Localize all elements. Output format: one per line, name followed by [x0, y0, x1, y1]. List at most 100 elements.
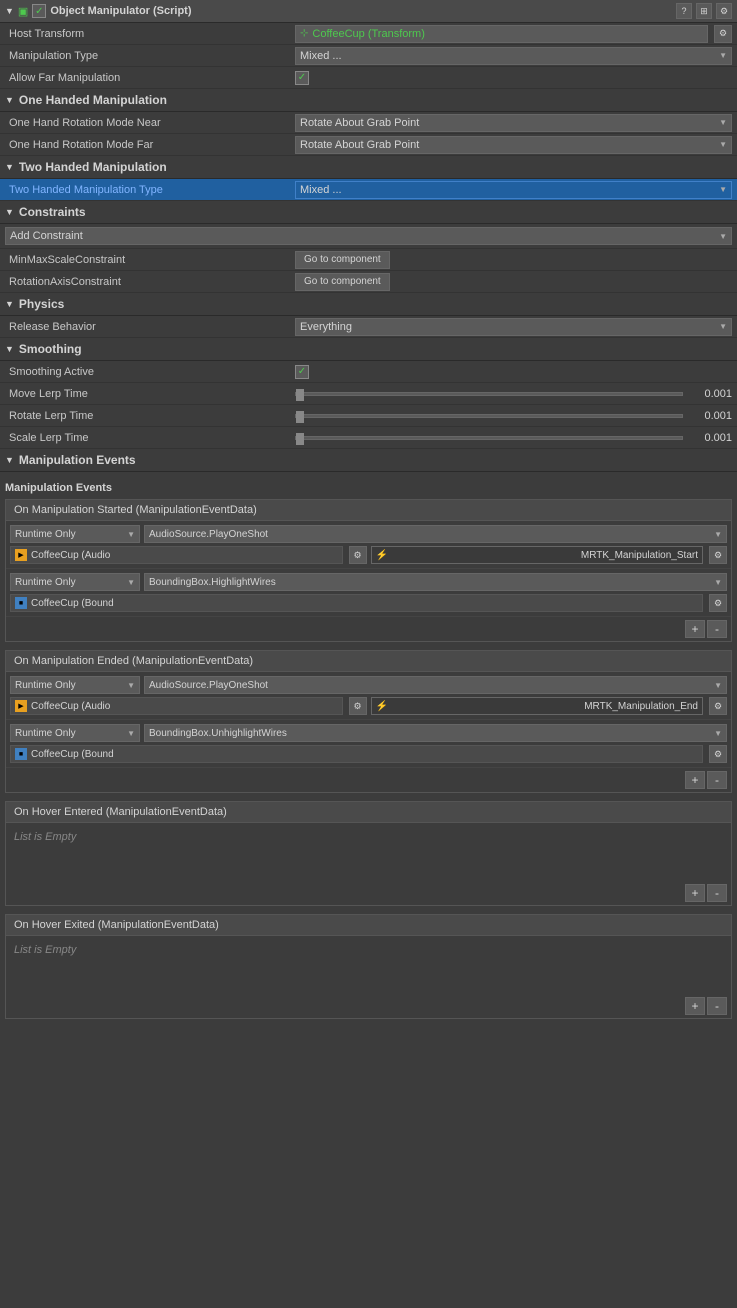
on-started-entry1-object[interactable]: ▶ CoffeeCup (Audio: [10, 546, 343, 564]
on-ended-block: On Manipulation Ended (ManipulationEvent…: [5, 650, 732, 793]
on-started-entry1-method-gear[interactable]: ⚙: [709, 546, 727, 564]
on-ended-entry1-gear[interactable]: ⚙: [349, 697, 367, 715]
release-behavior-label: Release Behavior: [5, 321, 295, 333]
on-started-entry2-dropdown[interactable]: Runtime Only ▼: [10, 573, 140, 591]
two-handed-type-arrow: ▼: [719, 185, 727, 194]
scale-lerp-track[interactable]: [295, 436, 683, 440]
on-ended-entry1-object[interactable]: ▶ CoffeeCup (Audio: [10, 697, 343, 715]
smoothing-active-label: Smoothing Active: [5, 366, 295, 378]
rotation-axis-value: Go to component: [295, 273, 732, 291]
far-rotation-label: One Hand Rotation Mode Far: [5, 139, 295, 151]
move-lerp-track[interactable]: [295, 392, 683, 396]
on-ended-entry1-func[interactable]: AudioSource.PlayOneShot ▼: [144, 676, 727, 694]
on-started-entry2-func[interactable]: BoundingBox.HighlightWires ▼: [144, 573, 727, 591]
rotation-axis-go-to-btn[interactable]: Go to component: [295, 273, 390, 291]
settings-icon[interactable]: ⚙: [716, 3, 732, 19]
on-started-entry2-gear[interactable]: ⚙: [709, 594, 727, 612]
on-ended-entry2-func[interactable]: BoundingBox.UnhighlightWires ▼: [144, 724, 727, 742]
move-lerp-thumb[interactable]: [296, 389, 304, 401]
on-started-entry1-func[interactable]: AudioSource.PlayOneShot ▼: [144, 525, 727, 543]
rotate-lerp-track[interactable]: [295, 414, 683, 418]
on-ended-header-text: On Manipulation Ended (ManipulationEvent…: [14, 655, 253, 667]
on-started-remove-btn[interactable]: -: [707, 620, 727, 638]
move-lerp-value: 0.001: [295, 388, 732, 400]
near-rotation-arrow: ▼: [719, 118, 727, 127]
enabled-checkbox[interactable]: [32, 4, 46, 18]
manipulation-events-section[interactable]: ▼ Manipulation Events: [0, 449, 737, 472]
host-transform-row: Host Transform ⊹ CoffeeCup (Transform) ⚙: [0, 23, 737, 45]
on-started-add-btn[interactable]: +: [685, 620, 705, 638]
far-rotation-dropdown[interactable]: Rotate About Grab Point ▼: [295, 136, 732, 154]
on-started-entry2-dropdown-arrow: ▼: [127, 578, 135, 587]
host-transform-gear[interactable]: ⚙: [714, 25, 732, 43]
on-ended-entry2-dropdown[interactable]: Runtime Only ▼: [10, 724, 140, 742]
on-ended-entry2-gear[interactable]: ⚙: [709, 745, 727, 763]
scale-lerp-number: 0.001: [687, 432, 732, 444]
transform-text: CoffeeCup (Transform): [312, 28, 424, 40]
manipulation-type-row: Manipulation Type Mixed ... ▼: [0, 45, 737, 67]
minmax-go-to-btn[interactable]: Go to component: [295, 251, 390, 269]
two-handed-section[interactable]: ▼ Two Handed Manipulation: [0, 156, 737, 179]
on-ended-entry1-method[interactable]: ⚡ MRTK_Manipulation_End: [371, 697, 704, 715]
on-started-entry1-method[interactable]: ⚡ MRTK_Manipulation_Start: [371, 546, 704, 564]
on-ended-entry2-dropdown-arrow: ▼: [127, 729, 135, 738]
near-rotation-dropdown[interactable]: Rotate About Grab Point ▼: [295, 114, 732, 132]
on-ended-entry1-func-arrow: ▼: [714, 681, 722, 690]
move-lerp-row: Move Lerp Time 0.001: [0, 383, 737, 405]
on-hover-exited-add-btn[interactable]: +: [685, 997, 705, 1015]
rotate-lerp-thumb[interactable]: [296, 411, 304, 423]
checkbox-enabled[interactable]: [32, 4, 46, 18]
on-ended-entry1-method-gear[interactable]: ⚙: [709, 697, 727, 715]
on-hover-entered-remove-btn[interactable]: -: [707, 884, 727, 902]
on-ended-entry1: Runtime Only ▼ AudioSource.PlayOneShot ▼…: [6, 672, 731, 720]
fold-arrow[interactable]: ▼: [5, 6, 14, 16]
on-started-block: On Manipulation Started (ManipulationEve…: [5, 499, 732, 642]
on-ended-entry1-top: Runtime Only ▼ AudioSource.PlayOneShot ▼: [10, 676, 727, 694]
on-started-entry1-dropdown-text: Runtime Only: [15, 529, 76, 540]
add-constraint-dropdown[interactable]: Add Constraint ▼: [5, 227, 732, 245]
scale-lerp-thumb[interactable]: [296, 433, 304, 445]
rotate-lerp-number: 0.001: [687, 410, 732, 422]
on-started-entry1-top: Runtime Only ▼ AudioSource.PlayOneShot ▼: [10, 525, 727, 543]
constraints-section[interactable]: ▼ Constraints: [0, 201, 737, 224]
add-constraint-text: Add Constraint: [10, 230, 83, 242]
on-started-entry1-dropdown[interactable]: Runtime Only ▼: [10, 525, 140, 543]
manipulation-type-dropdown[interactable]: Mixed ... ▼: [295, 47, 732, 65]
smoothing-active-checkbox[interactable]: [295, 365, 309, 379]
on-ended-add-btn[interactable]: +: [685, 771, 705, 789]
on-hover-entered-header-text: On Hover Entered (ManipulationEventData): [14, 806, 227, 818]
move-lerp-number: 0.001: [687, 388, 732, 400]
on-started-entry1-dropdown-arrow: ▼: [127, 530, 135, 539]
move-lerp-label: Move Lerp Time: [5, 388, 295, 400]
rotation-axis-row: RotationAxisConstraint Go to component: [0, 271, 737, 293]
scale-lerp-label: Scale Lerp Time: [5, 432, 295, 444]
on-ended-entry1-dropdown[interactable]: Runtime Only ▼: [10, 676, 140, 694]
transform-icon: ⊹: [300, 28, 308, 39]
one-handed-label: One Handed Manipulation: [19, 93, 167, 107]
on-started-entry1-method-text: MRTK_Manipulation_Start: [581, 550, 698, 561]
on-ended-remove-btn[interactable]: -: [707, 771, 727, 789]
on-started-entry1-gear[interactable]: ⚙: [349, 546, 367, 564]
one-handed-section[interactable]: ▼ One Handed Manipulation: [0, 89, 737, 112]
release-behavior-dropdown[interactable]: Everything ▼: [295, 318, 732, 336]
minmax-label: MinMaxScaleConstraint: [5, 254, 295, 266]
on-ended-entry2: Runtime Only ▼ BoundingBox.UnhighlightWi…: [6, 720, 731, 768]
constraints-label: Constraints: [19, 205, 86, 219]
on-hover-entered-add-remove: + -: [6, 881, 731, 905]
on-ended-entry1-bottom: ▶ CoffeeCup (Audio ⚙ ⚡ MRTK_Manipulation…: [10, 697, 727, 715]
on-hover-entered-add-btn[interactable]: +: [685, 884, 705, 902]
two-handed-type-dropdown[interactable]: Mixed ... ▼: [295, 181, 732, 199]
allow-far-checkbox[interactable]: [295, 71, 309, 85]
on-started-entry2-object[interactable]: ■ CoffeeCup (Bound: [10, 594, 703, 612]
help-icon[interactable]: ?: [676, 3, 692, 19]
physics-arrow: ▼: [5, 299, 14, 309]
on-hover-exited-empty: List is Empty: [6, 936, 731, 964]
physics-section[interactable]: ▼ Physics: [0, 293, 737, 316]
near-rotation-row: One Hand Rotation Mode Near Rotate About…: [0, 112, 737, 134]
on-hover-exited-remove-btn[interactable]: -: [707, 997, 727, 1015]
on-ended-entry2-object[interactable]: ■ CoffeeCup (Bound: [10, 745, 703, 763]
preset-icon[interactable]: ⊞: [696, 3, 712, 19]
add-constraint-arrow: ▼: [719, 232, 727, 241]
host-transform-field[interactable]: ⊹ CoffeeCup (Transform): [295, 25, 708, 43]
smoothing-section[interactable]: ▼ Smoothing: [0, 338, 737, 361]
